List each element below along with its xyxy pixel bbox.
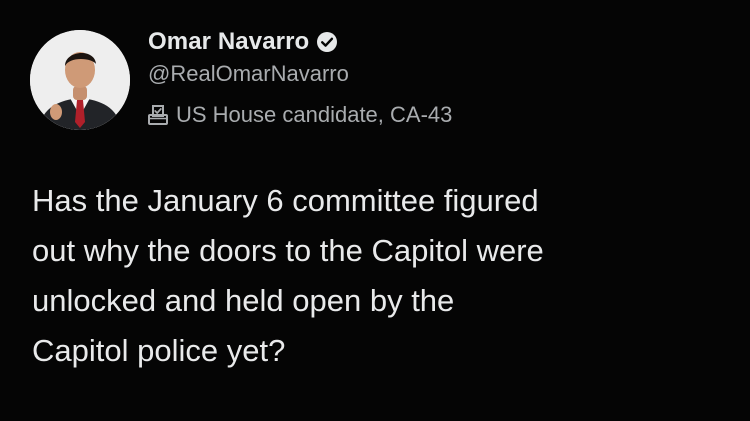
government-label-text: US House candidate, CA-43	[176, 102, 453, 127]
profile-photo	[30, 30, 130, 130]
tweet-text: Has the January 6 committee figured out …	[32, 183, 544, 368]
government-label[interactable]: US House candidate, CA-43	[146, 102, 452, 128]
author-row: Omar Navarro	[148, 26, 339, 58]
author-name[interactable]: Omar Navarro	[148, 28, 309, 56]
tweet-card: Omar Navarro @RealOmarNavarro US House c…	[0, 0, 750, 421]
avatar[interactable]	[30, 30, 130, 130]
ballot-box-icon	[146, 103, 170, 127]
verified-badge-icon	[315, 30, 339, 54]
author-handle[interactable]: @RealOmarNavarro	[148, 61, 349, 87]
